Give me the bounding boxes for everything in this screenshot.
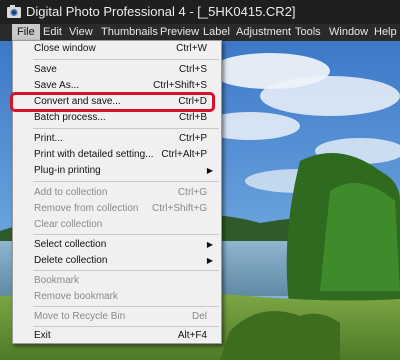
menu-separator <box>33 234 219 235</box>
batch-process-label: Batch process... <box>34 112 106 123</box>
title-bar: Digital Photo Professional 4 - [_5HK0415… <box>0 0 400 24</box>
exit-shortcut: Alt+F4 <box>177 330 207 341</box>
select-collection-label: Select collection <box>34 239 107 250</box>
remove-from-collection-shortcut: Ctrl+Shift+G <box>151 203 207 214</box>
menu-separator <box>33 270 219 271</box>
annotation-highlight-box <box>10 92 215 112</box>
add-to-collection-label: Add to collection <box>34 187 108 198</box>
print-detailed-shortcut: Ctrl+Alt+P <box>161 149 207 160</box>
menu-item-delete-collection[interactable]: Delete collection ▶ <box>13 253 221 269</box>
menu-view[interactable]: View <box>64 24 98 41</box>
menu-separator <box>33 326 219 327</box>
menu-separator <box>33 59 219 60</box>
app-icon <box>7 5 21 18</box>
remove-from-collection-label: Remove from collection <box>34 203 139 214</box>
menu-item-print-detailed[interactable]: Print with detailed setting... Ctrl+Alt+… <box>13 147 221 163</box>
menu-item-remove-from-collection[interactable]: Remove from collection Ctrl+Shift+G <box>13 201 221 217</box>
save-shortcut: Ctrl+S <box>178 64 207 75</box>
menu-item-remove-bookmark[interactable]: Remove bookmark <box>13 289 221 305</box>
menu-item-close-window[interactable]: Close window Ctrl+W <box>13 41 221 57</box>
submenu-arrow-icon: ▶ <box>206 240 213 249</box>
remove-bookmark-label: Remove bookmark <box>34 291 118 302</box>
print-shortcut: Ctrl+P <box>178 133 207 144</box>
menu-adjustment[interactable]: Adjustment <box>231 24 296 41</box>
menu-tools[interactable]: Tools <box>290 24 326 41</box>
menu-bar: File Edit View Thumbnails Preview Label … <box>0 24 400 41</box>
clear-collection-label: Clear collection <box>34 219 103 230</box>
delete-collection-label: Delete collection <box>34 255 108 266</box>
menu-separator <box>33 306 219 307</box>
menu-item-save[interactable]: Save Ctrl+S <box>13 62 221 78</box>
menu-item-batch-process[interactable]: Batch process... Ctrl+B <box>13 110 221 126</box>
close-window-label: Close window <box>34 43 96 54</box>
window-title: Digital Photo Professional 4 - [_5HK0415… <box>26 4 296 19</box>
menu-item-move-to-recycle-bin[interactable]: Move to Recycle Bin Del <box>13 309 221 325</box>
move-to-recycle-bin-label: Move to Recycle Bin <box>34 311 126 322</box>
bookmark-label: Bookmark <box>34 275 80 286</box>
exit-label: Exit <box>34 330 51 341</box>
batch-process-shortcut: Ctrl+B <box>178 112 207 123</box>
menu-separator <box>33 181 219 182</box>
menu-file[interactable]: File <box>12 24 40 41</box>
file-menu-dropdown: Close window Ctrl+W Save Ctrl+S Save As.… <box>10 40 222 344</box>
menu-edit[interactable]: Edit <box>38 24 67 41</box>
print-label: Print... <box>34 133 63 144</box>
move-to-recycle-bin-shortcut: Del <box>191 311 207 322</box>
menu-item-plugin-printing[interactable]: Plug-in printing ▶ <box>13 163 221 179</box>
save-label: Save <box>34 64 57 75</box>
menu-preview[interactable]: Preview <box>155 24 204 41</box>
menu-item-print[interactable]: Print... Ctrl+P <box>13 131 221 147</box>
menu-item-add-to-collection[interactable]: Add to collection Ctrl+G <box>13 185 221 201</box>
menu-item-bookmark[interactable]: Bookmark <box>13 273 221 289</box>
menu-window[interactable]: Window <box>324 24 373 41</box>
submenu-arrow-icon: ▶ <box>206 166 213 175</box>
plugin-printing-label: Plug-in printing <box>34 165 101 176</box>
menu-thumbnails[interactable]: Thumbnails <box>96 24 163 41</box>
close-window-shortcut: Ctrl+W <box>176 43 207 54</box>
submenu-arrow-icon: ▶ <box>206 256 213 265</box>
print-detailed-label: Print with detailed setting... <box>34 149 154 160</box>
menu-item-exit[interactable]: Exit Alt+F4 <box>13 328 221 344</box>
menu-item-select-collection[interactable]: Select collection ▶ <box>13 237 221 253</box>
add-to-collection-shortcut: Ctrl+G <box>177 187 207 198</box>
menu-label[interactable]: Label <box>198 24 235 41</box>
menu-help[interactable]: Help <box>369 24 400 41</box>
menu-item-clear-collection[interactable]: Clear collection <box>13 217 221 233</box>
menu-separator <box>33 128 219 129</box>
